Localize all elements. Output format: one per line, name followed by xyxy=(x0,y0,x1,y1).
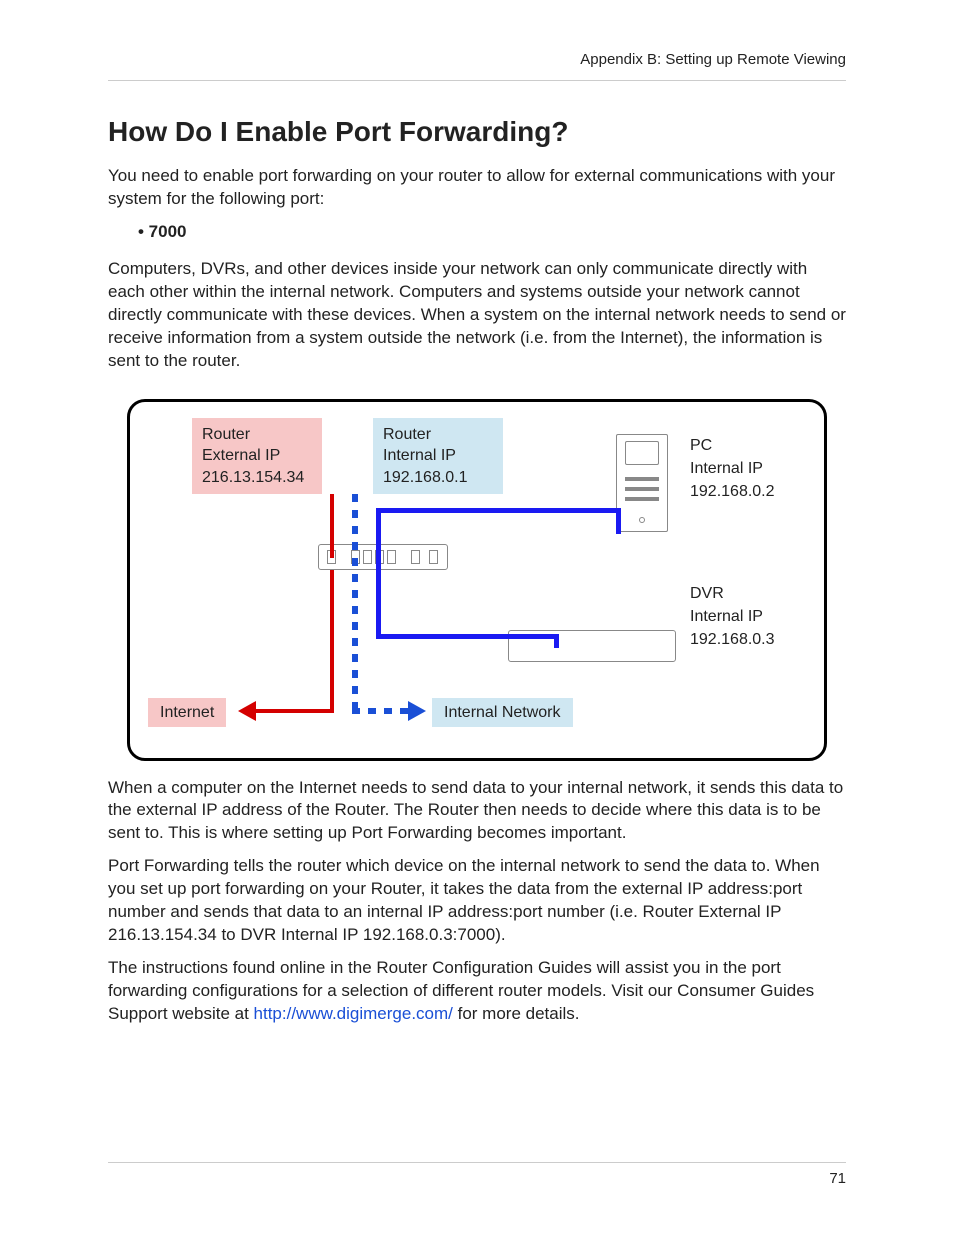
pc-icon xyxy=(616,434,668,532)
label: 192.168.0.2 xyxy=(690,480,775,503)
paragraph: The instructions found online in the Rou… xyxy=(108,957,846,1026)
label: Router xyxy=(202,424,312,446)
network-diagram: Router External IP 216.13.154.34 Router … xyxy=(127,399,827,761)
router-external-ip-box: Router External IP 216.13.154.34 xyxy=(192,418,322,495)
label: Internet xyxy=(160,704,214,721)
bullet-port: • 7000 xyxy=(138,221,846,244)
dvr-ip-label: DVR Internal IP 192.168.0.3 xyxy=(690,582,775,652)
connector-external xyxy=(254,709,334,713)
label: Internal IP xyxy=(383,445,493,467)
pc-ip-label: PC Internal IP 192.168.0.2 xyxy=(690,434,775,504)
connector xyxy=(554,634,559,648)
internal-network-label: Internal Network xyxy=(432,698,573,728)
page-number: 71 xyxy=(829,1169,846,1189)
running-header: Appendix B: Setting up Remote Viewing xyxy=(108,50,846,81)
footer-rule xyxy=(108,1162,846,1163)
paragraph: Computers, DVRs, and other devices insid… xyxy=(108,258,846,373)
label: 216.13.154.34 xyxy=(202,467,312,489)
label: Internal IP xyxy=(690,457,775,480)
paragraph: You need to enable port forwarding on yo… xyxy=(108,165,846,211)
text: for more details. xyxy=(453,1004,580,1023)
connector-dashed xyxy=(352,708,412,714)
label: 192.168.0.1 xyxy=(383,467,493,489)
label: External IP xyxy=(202,445,312,467)
connector-external xyxy=(330,494,334,558)
page-title: How Do I Enable Port Forwarding? xyxy=(108,113,846,151)
router-icon xyxy=(318,544,448,570)
label: 192.168.0.3 xyxy=(690,628,775,651)
paragraph: Port Forwarding tells the router which d… xyxy=(108,855,846,947)
connector xyxy=(376,508,381,638)
label: PC xyxy=(690,434,775,457)
internet-label: Internet xyxy=(148,698,226,728)
connector-dashed xyxy=(352,494,358,714)
arrow-left-icon xyxy=(238,701,256,721)
support-link[interactable]: http://www.digimerge.com/ xyxy=(254,1004,453,1023)
paragraph: When a computer on the Internet needs to… xyxy=(108,777,846,846)
connector xyxy=(376,508,618,513)
label: Internal IP xyxy=(690,605,775,628)
label: Router xyxy=(383,424,493,446)
label: Internal Network xyxy=(444,704,561,721)
label: DVR xyxy=(690,582,775,605)
router-internal-ip-box: Router Internal IP 192.168.0.1 xyxy=(373,418,503,495)
connector xyxy=(376,634,556,639)
arrow-right-icon xyxy=(408,701,426,721)
connector-external xyxy=(330,570,334,712)
connector xyxy=(616,508,621,534)
